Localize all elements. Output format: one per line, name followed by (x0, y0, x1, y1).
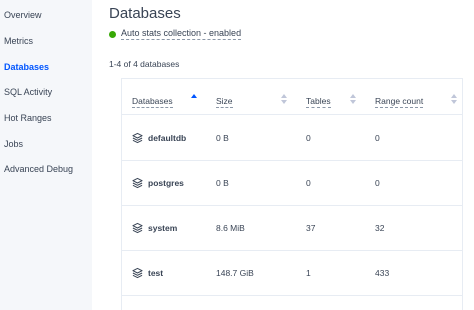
column-header-tables[interactable]: Tables (306, 96, 331, 108)
column-header-size[interactable]: Size (216, 96, 233, 108)
auto-stats-link[interactable]: Auto stats collection - enabled (121, 28, 242, 40)
sidebar-item-metrics[interactable]: Metrics (4, 36, 33, 46)
column-header-label: Range count (375, 96, 424, 108)
stack-icon (132, 177, 143, 188)
sidebar-item-databases[interactable]: Databases (4, 62, 49, 72)
stack-icon (132, 132, 143, 143)
tables-cell: 0 (306, 177, 311, 188)
table-row[interactable]: system 8.6 MiB 37 32 (122, 205, 462, 250)
result-count: 1-4 of 4 databases (109, 59, 180, 69)
sidebar: Overview Metrics Databases SQL Activity … (0, 0, 92, 310)
databases-table: Databases Size Tables Range count defaul… (121, 78, 463, 310)
tables-cell: 37 (306, 222, 316, 233)
auto-stats-status: Auto stats collection - enabled (109, 28, 242, 40)
tables-cell: 0 (306, 132, 311, 143)
size-cell: 148.7 GiB (216, 267, 254, 278)
sidebar-item-sql-activity[interactable]: SQL Activity (4, 87, 52, 97)
range-count-cell: 433 (375, 267, 390, 278)
table-row[interactable]: postgres 0 B 0 0 (122, 160, 462, 205)
stack-icon (132, 222, 143, 233)
range-count-cell: 0 (375, 132, 380, 143)
sort-arrows-icon[interactable] (191, 94, 197, 104)
divider (122, 295, 462, 296)
database-name[interactable]: system (148, 223, 177, 233)
sort-arrows-icon[interactable] (350, 94, 356, 104)
table-row[interactable]: defaultdb 0 B 0 0 (122, 115, 462, 160)
database-name[interactable]: defaultdb (148, 133, 186, 143)
sidebar-item-jobs[interactable]: Jobs (4, 139, 23, 149)
tables-cell: 1 (306, 267, 311, 278)
sidebar-item-advanced-debug[interactable]: Advanced Debug (4, 164, 73, 174)
column-header-label: Size (216, 96, 233, 108)
size-cell: 0 B (216, 177, 229, 188)
sidebar-item-overview[interactable]: Overview (4, 10, 42, 20)
sidebar-item-hot-ranges[interactable]: Hot Ranges (4, 113, 52, 123)
column-header-label: Tables (306, 96, 331, 108)
stack-icon (132, 267, 143, 278)
database-name[interactable]: test (148, 268, 163, 278)
column-header-range-count[interactable]: Range count (375, 96, 424, 108)
database-name[interactable]: postgres (148, 178, 184, 188)
column-header-label: Databases (132, 96, 173, 108)
range-count-cell: 32 (375, 222, 385, 233)
table-row[interactable]: test 148.7 GiB 1 433 (122, 250, 462, 295)
page-title: Databases (109, 5, 181, 22)
column-header-databases[interactable]: Databases (132, 96, 173, 108)
range-count-cell: 0 (375, 177, 380, 188)
sort-arrows-icon[interactable] (281, 94, 287, 104)
sort-arrows-icon[interactable] (451, 94, 457, 104)
size-cell: 8.6 MiB (216, 222, 245, 233)
size-cell: 0 B (216, 132, 229, 143)
green-dot-icon (109, 30, 116, 38)
